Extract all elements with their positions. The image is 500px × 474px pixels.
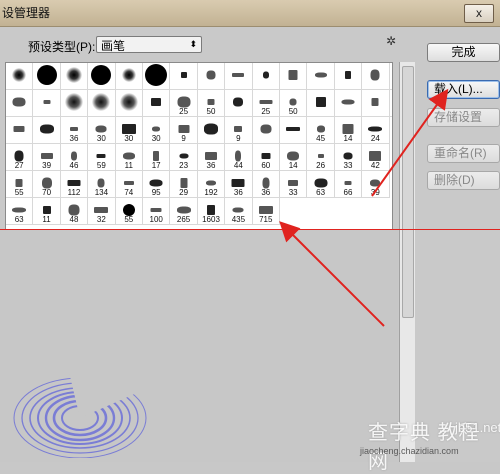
annotation-arrow-to-brush [279,221,385,327]
annotation-arrows [279,88,449,327]
annotation-arrow-to-load [371,88,449,197]
